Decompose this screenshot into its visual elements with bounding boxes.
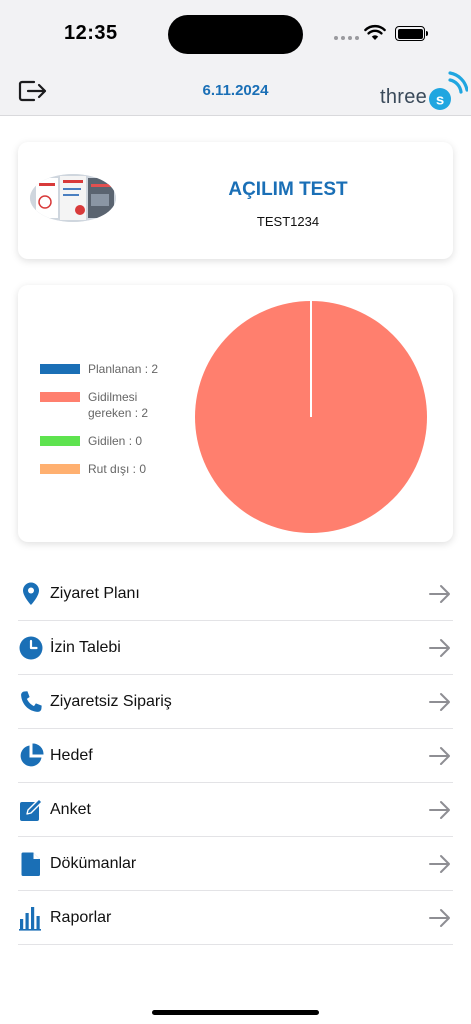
pie-chart-icon — [20, 743, 44, 767]
legend-item: Rut dışı : 0 — [40, 461, 180, 477]
legend-label: Gidilmesi gereken : 2 — [88, 390, 149, 420]
brand-logo: three s — [380, 70, 468, 112]
menu-item-raporlar[interactable]: Raporlar — [18, 891, 453, 945]
phone-icon — [21, 691, 42, 712]
status-bar: 12:35 — [0, 0, 471, 66]
menu-item-label: Hedef — [50, 747, 93, 764]
pie-chart — [195, 301, 427, 533]
menu-item-label: Raporlar — [50, 909, 112, 926]
legend-label: Rut dışı : 0 — [88, 462, 147, 476]
status-time: 12:35 — [64, 22, 118, 44]
legend-swatch — [40, 392, 80, 402]
menu-item-label: Ziyaretsiz Sipariş — [50, 693, 172, 710]
chart-card: Planlanan : 2 Gidilmesi gereken : 2 Gidile… — [18, 285, 453, 542]
menu-item-label: İzin Talebi — [50, 639, 121, 656]
brand-text: three — [380, 86, 428, 108]
profile-name: AÇILIM TEST — [228, 179, 348, 200]
legend-label: Gidilen : 0 — [88, 434, 143, 448]
location-pin-icon — [23, 582, 39, 605]
menu-item-ziyaret-plani[interactable]: Ziyaret Planı — [18, 567, 453, 621]
arrow-right-icon — [429, 747, 450, 765]
legend-item: Gidilen : 0 — [40, 433, 180, 449]
bar-chart-icon — [19, 907, 41, 931]
profile-thumbnail — [30, 174, 116, 222]
wifi-icon — [364, 24, 386, 40]
menu-item-anket[interactable]: Anket — [18, 783, 453, 837]
arrow-right-icon — [429, 801, 450, 819]
legend-swatch — [40, 436, 80, 446]
brand-mark-letter: s — [436, 92, 444, 109]
legend-item: Planlanan : 2 — [40, 361, 180, 377]
nav-bar: 6.11.2024 three s — [0, 66, 471, 116]
menu-item-ziyaretsiz-siparis[interactable]: Ziyaretsiz Sipariş — [18, 675, 453, 729]
legend-swatch — [40, 364, 80, 374]
legend-swatch — [40, 464, 80, 474]
main-menu: Ziyaret Planı İzin Talebi Ziyaretsiz Sipar… — [18, 567, 453, 945]
menu-item-label: Dökümanlar — [50, 855, 137, 872]
home-indicator — [152, 1010, 319, 1015]
edit-icon — [20, 798, 43, 821]
chart-legend: Planlanan : 2 Gidilmesi gereken : 2 Gidile… — [40, 361, 180, 489]
arrow-right-icon — [429, 585, 450, 603]
profile-card[interactable]: AÇILIM TEST TEST1234 — [18, 142, 453, 259]
menu-item-hedef[interactable]: Hedef — [18, 729, 453, 783]
legend-item: Gidilmesi gereken : 2 — [40, 389, 180, 421]
arrow-right-icon — [429, 909, 450, 927]
menu-item-izin-talebi[interactable]: İzin Talebi — [18, 621, 453, 675]
arrow-right-icon — [429, 855, 450, 873]
battery-icon — [395, 26, 428, 41]
menu-item-dokumanlar[interactable]: Dökümanlar — [18, 837, 453, 891]
clock-icon — [19, 636, 43, 660]
arrow-right-icon — [429, 639, 450, 657]
brand-mark-icon: s — [429, 71, 468, 110]
menu-item-label: Ziyaret Planı — [50, 585, 140, 602]
document-icon — [21, 852, 40, 876]
dynamic-island — [168, 15, 303, 54]
top-area: 12:35 6.11.2024 three s — [0, 0, 471, 116]
legend-label: Planlanan : 2 — [88, 362, 159, 376]
menu-item-label: Anket — [50, 801, 91, 818]
cellular-signal-icon — [334, 36, 359, 40]
arrow-right-icon — [429, 693, 450, 711]
profile-code: TEST1234 — [256, 214, 320, 229]
